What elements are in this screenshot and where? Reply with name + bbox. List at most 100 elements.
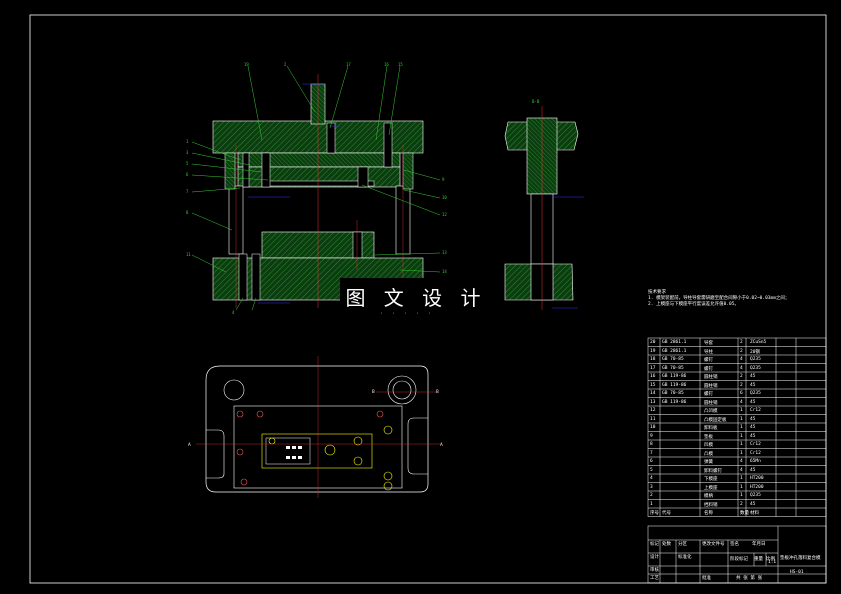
bom-row-cell: 1 (740, 433, 743, 439)
bom-row-cell: 2 (740, 340, 743, 345)
bom-row-cell: 螺钉 (704, 392, 713, 397)
plan-view: A A B B (188, 356, 443, 498)
bom-row-cell: Cr12 (750, 408, 761, 413)
bom-row-cell: 垫板 (704, 434, 713, 440)
bom-row-cell: 圆柱销 (704, 375, 718, 380)
plan-workpiece (261, 433, 373, 469)
bom-row-cell: 导柱 (704, 349, 713, 355)
bom-row-cell: 5 (650, 467, 653, 473)
bom-row-cell: 4 (740, 357, 743, 362)
bom-row-cell: GB 70-85 (662, 365, 684, 371)
bom-row-cell: 1 (740, 442, 743, 447)
balloon-right-2: 10 (442, 195, 447, 200)
title-block-label-zone: 分区 (678, 542, 687, 547)
title-block-label-changeno: 更改文件号 (702, 542, 725, 547)
bom-row-cell: 7 (650, 450, 653, 456)
bom-row-cell: Cr12 (750, 442, 761, 447)
plan-label-b-top: B (436, 389, 439, 394)
bom-header-cell: 序号 (650, 511, 659, 516)
title-block-label-count: 处数 (662, 542, 671, 547)
plan-guide-hole-right-inner (392, 380, 412, 400)
bom-row-cell: 45 (750, 501, 756, 507)
balloon-top-1: 19 (244, 62, 249, 67)
bom-row-cell: GB 119-86 (662, 399, 687, 405)
bom-row-cell: Q235 (750, 365, 761, 371)
front-section-view (191, 65, 441, 311)
bom-row-cell: 12 (650, 408, 656, 413)
bom-header-cell: 代号 (662, 511, 671, 516)
bom-row-cell: Q235 (750, 493, 761, 498)
bom-row-cell: 20钢 (750, 349, 760, 355)
title-block-label-design: 设计 (650, 555, 659, 560)
balloon-left-3: 5 (186, 161, 189, 166)
balloon-top-2: 2 (284, 62, 287, 67)
bom-row-cell: 1 (740, 408, 743, 413)
bom-row-cell: 4 (740, 459, 743, 464)
title-block-label-mark: 标记 (650, 542, 659, 547)
bom-row-cell: 下模座 (704, 477, 718, 482)
bom-row-cell: 凸模固定板 (704, 417, 727, 423)
bom-header-cell: 名称 (704, 511, 713, 516)
plan-label-a-right: A (440, 442, 443, 447)
balloon-left-4: 6 (186, 172, 189, 177)
bom-row-cell: 9 (650, 433, 653, 439)
bom-row-cell: 导套 (704, 341, 713, 346)
bom-row-cell: HT200 (750, 484, 764, 490)
bom-row-cell: 4 (650, 476, 653, 481)
bom-row-cell: GB 70-85 (662, 357, 684, 362)
bom-row-cell: 4 (740, 399, 743, 405)
title-block-drawing-title: 垫板冲孔落料复合模 (780, 556, 821, 561)
balloon-left-8: 4 (232, 310, 235, 315)
bom-row-cell: 弹簧 (704, 460, 713, 465)
bom-row-cell: 3 (650, 484, 653, 490)
bom-row-cell: 1 (650, 501, 653, 507)
bom-row-cell: 1 (740, 493, 743, 498)
balloon-right-5: 14 (442, 269, 447, 274)
plan-slot-right (407, 417, 428, 475)
section-b-b-label: B-B (532, 99, 540, 104)
bom-row-cell: 挡料销 (704, 502, 718, 508)
title-block-label-review: 审核 (650, 568, 659, 573)
bom-row-cell: 20 (650, 340, 656, 345)
bom-row-cell: GB 119-86 (662, 374, 687, 379)
title-block-label-approve: 批准 (702, 576, 711, 581)
bom-row-cell: 1 (740, 476, 743, 481)
bom-row-cell: 卸料螺钉 (704, 468, 722, 474)
title-block-label-process: 工艺 (650, 576, 659, 581)
bom-row-cell: 4 (740, 365, 743, 371)
bom-row-cell: 8 (650, 442, 653, 447)
upper-screw-2 (383, 122, 393, 168)
bom-row-cell: 4 (740, 467, 743, 473)
bom-row-cell: 45 (750, 467, 756, 473)
bom-row-cell: 6 (650, 459, 653, 464)
bom-row-cell: GB 119-86 (662, 382, 687, 388)
lower-bolt-left (238, 253, 248, 301)
bom-row-cell: 45 (750, 374, 756, 379)
stripper-bolt-left (261, 152, 271, 188)
title-block-label-ratio: 比例 (766, 557, 775, 562)
stripper-bolt-right (357, 166, 369, 188)
bom-row-cell: GB 2861.1 (662, 340, 687, 345)
bom-row-cell: 凹模 (704, 443, 713, 448)
bom-row-cell: GB 2861.1 (662, 348, 687, 354)
bom-row-cell: 模柄 (704, 494, 713, 499)
balloon-left-1: 1 (186, 139, 189, 144)
bom-row-cell: 卸料板 (704, 426, 718, 431)
bom-row-cell: 1 (740, 450, 743, 456)
bom-row-cell: 6 (740, 391, 743, 396)
balloon-left-5: 7 (186, 189, 189, 194)
plan-label-b-bottom: B (372, 389, 375, 394)
bom-row-cell: Q235 (750, 357, 761, 362)
bom-row-cell: Cr12 (750, 450, 761, 456)
bom-row-cell: 45 (750, 382, 756, 388)
title-block-drawing-no: HS-01 (790, 570, 804, 575)
bom-row-cell: 45 (750, 433, 756, 439)
plan-guide-hole-left (223, 379, 245, 401)
bom-row-cell: 圆柱销 (704, 400, 718, 406)
bom-row-cell: 1 (740, 425, 743, 430)
balloon-left-6: 8 (186, 210, 189, 215)
upper-screw-1 (326, 122, 336, 154)
bom-row-cell: 1 (740, 484, 743, 490)
bom-row-cell: 1 (740, 416, 743, 422)
bom-row-cell: 65Mn (750, 459, 761, 464)
